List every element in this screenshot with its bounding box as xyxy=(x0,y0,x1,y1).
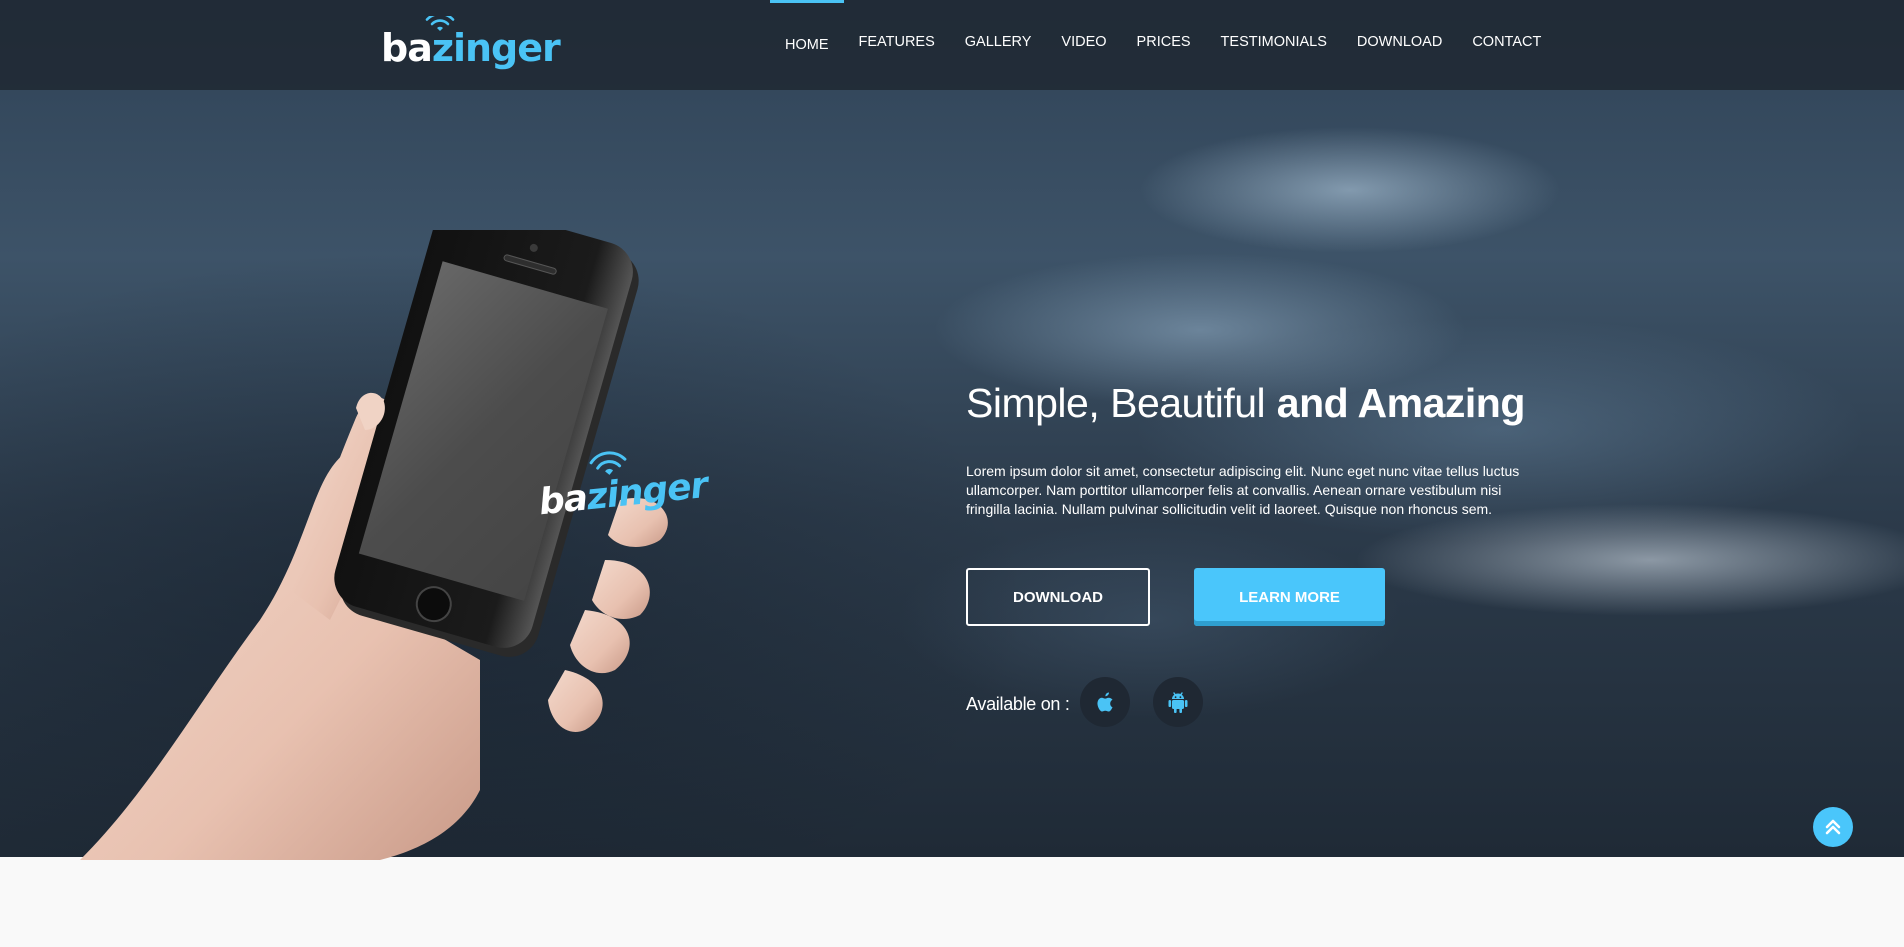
apple-store-button[interactable] xyxy=(1080,677,1130,727)
nav-download[interactable]: DOWNLOAD xyxy=(1342,0,1457,90)
nav-testimonials[interactable]: TESTIMONIALS xyxy=(1206,0,1342,90)
apple-icon xyxy=(1097,692,1113,712)
logo-text: bazinger xyxy=(381,26,561,70)
nav-features[interactable]: FEATURES xyxy=(844,0,950,90)
logo[interactable]: bazinger xyxy=(381,16,561,70)
nav-video[interactable]: VIDEO xyxy=(1046,0,1121,90)
nav-home[interactable]: HOME xyxy=(770,0,844,90)
nav-gallery[interactable]: GALLERY xyxy=(950,0,1047,90)
download-button[interactable]: DOWNLOAD xyxy=(966,568,1150,626)
headline-light: Simple, Beautiful xyxy=(966,380,1266,426)
headline-bold: and Amazing xyxy=(1276,380,1526,426)
nav-prices[interactable]: PRICES xyxy=(1122,0,1206,90)
scroll-to-top-button[interactable] xyxy=(1813,807,1853,847)
hero-description: Lorem ipsum dolor sit amet, consectetur … xyxy=(966,463,1520,517)
navbar: bazinger HOME FEATURES GALLERY VIDEO PRI… xyxy=(0,0,1904,90)
double-chevron-up-icon xyxy=(1825,819,1841,835)
main-nav: HOME FEATURES GALLERY VIDEO PRICES TESTI… xyxy=(770,0,1556,90)
phone-in-hand-image: bazinger xyxy=(80,230,712,860)
android-icon xyxy=(1168,692,1188,713)
nav-contact[interactable]: CONTACT xyxy=(1457,0,1556,90)
hero-headline: Simple, Beautiful and Amazing xyxy=(966,380,1525,427)
next-section xyxy=(0,857,1904,947)
available-on-label: Available on : xyxy=(966,694,1070,714)
learn-more-button[interactable]: LEARN MORE xyxy=(1194,568,1385,626)
android-store-button[interactable] xyxy=(1153,677,1203,727)
